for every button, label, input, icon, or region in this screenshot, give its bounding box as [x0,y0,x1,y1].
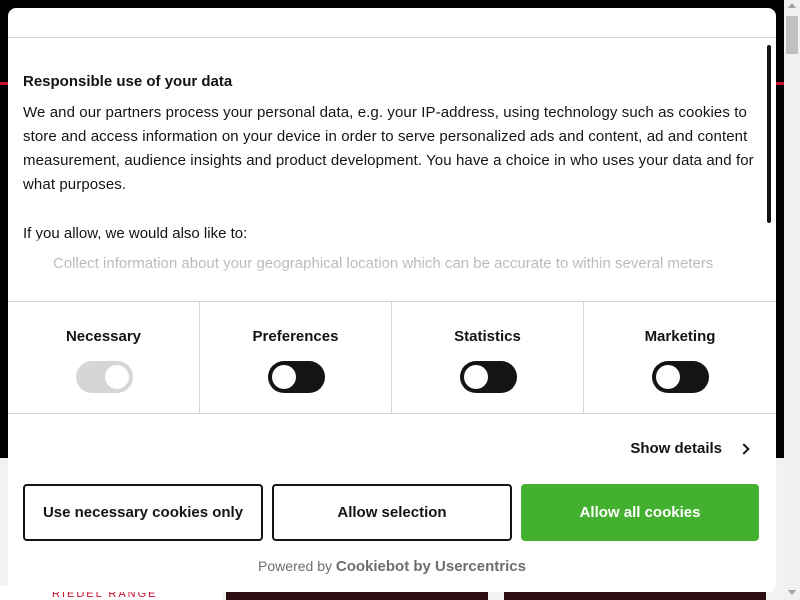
consent-category-marketing: Marketing [584,302,776,413]
page-scrollbar[interactable] [784,0,800,600]
cookie-consent-dialog: Responsible use of your data We and our … [8,8,776,592]
chevron-right-icon [738,442,750,455]
dialog-body-scrollbar[interactable] [767,45,771,223]
scroll-up-arrow-icon[interactable] [788,3,796,8]
dialog-header [8,8,776,38]
statistics-toggle[interactable] [459,361,517,393]
scroll-down-arrow-icon[interactable] [788,590,796,595]
powered-by-prefix: Powered by [258,558,332,574]
cookiebot-brand-link[interactable]: Cookiebot by Usercentrics [336,558,526,575]
dialog-body[interactable]: Responsible use of your data We and our … [8,39,776,301]
toggle-knob [104,365,129,389]
consent-label-statistics: Statistics [454,328,521,345]
preferences-toggle[interactable] [267,361,325,393]
consent-category-statistics: Statistics [392,302,584,413]
use-necessary-only-button[interactable]: Use necessary cookies only [23,484,263,541]
consent-categories: Necessary Preferences Statistics Marketi… [8,301,776,414]
consent-category-necessary: Necessary [8,302,200,413]
allow-selection-button[interactable]: Allow selection [272,484,512,541]
purpose-list-item: Collect information about your geographi… [53,255,714,272]
consent-label-preferences: Preferences [252,328,339,345]
toggle-knob [463,365,488,389]
marketing-toggle[interactable] [652,361,709,393]
powered-by-footer: Powered by Cookiebot by Usercentrics [8,558,776,575]
toggle-knob [656,365,680,389]
allow-intro-text: If you allow, we would also like to: [23,225,248,242]
allow-all-cookies-button[interactable]: Allow all cookies [521,484,759,541]
dialog-description: We and our partners process your persona… [23,104,754,193]
dialog-title: Responsible use of your data [23,73,233,90]
consent-category-preferences: Preferences [200,302,392,413]
show-details-link[interactable]: Show details [630,440,750,457]
toggle-knob [271,365,296,389]
show-details-label: Show details [630,440,722,457]
necessary-toggle [75,361,133,393]
consent-label-necessary: Necessary [65,328,142,345]
consent-label-marketing: Marketing [644,328,716,345]
page-scroll-thumb[interactable] [786,16,798,54]
